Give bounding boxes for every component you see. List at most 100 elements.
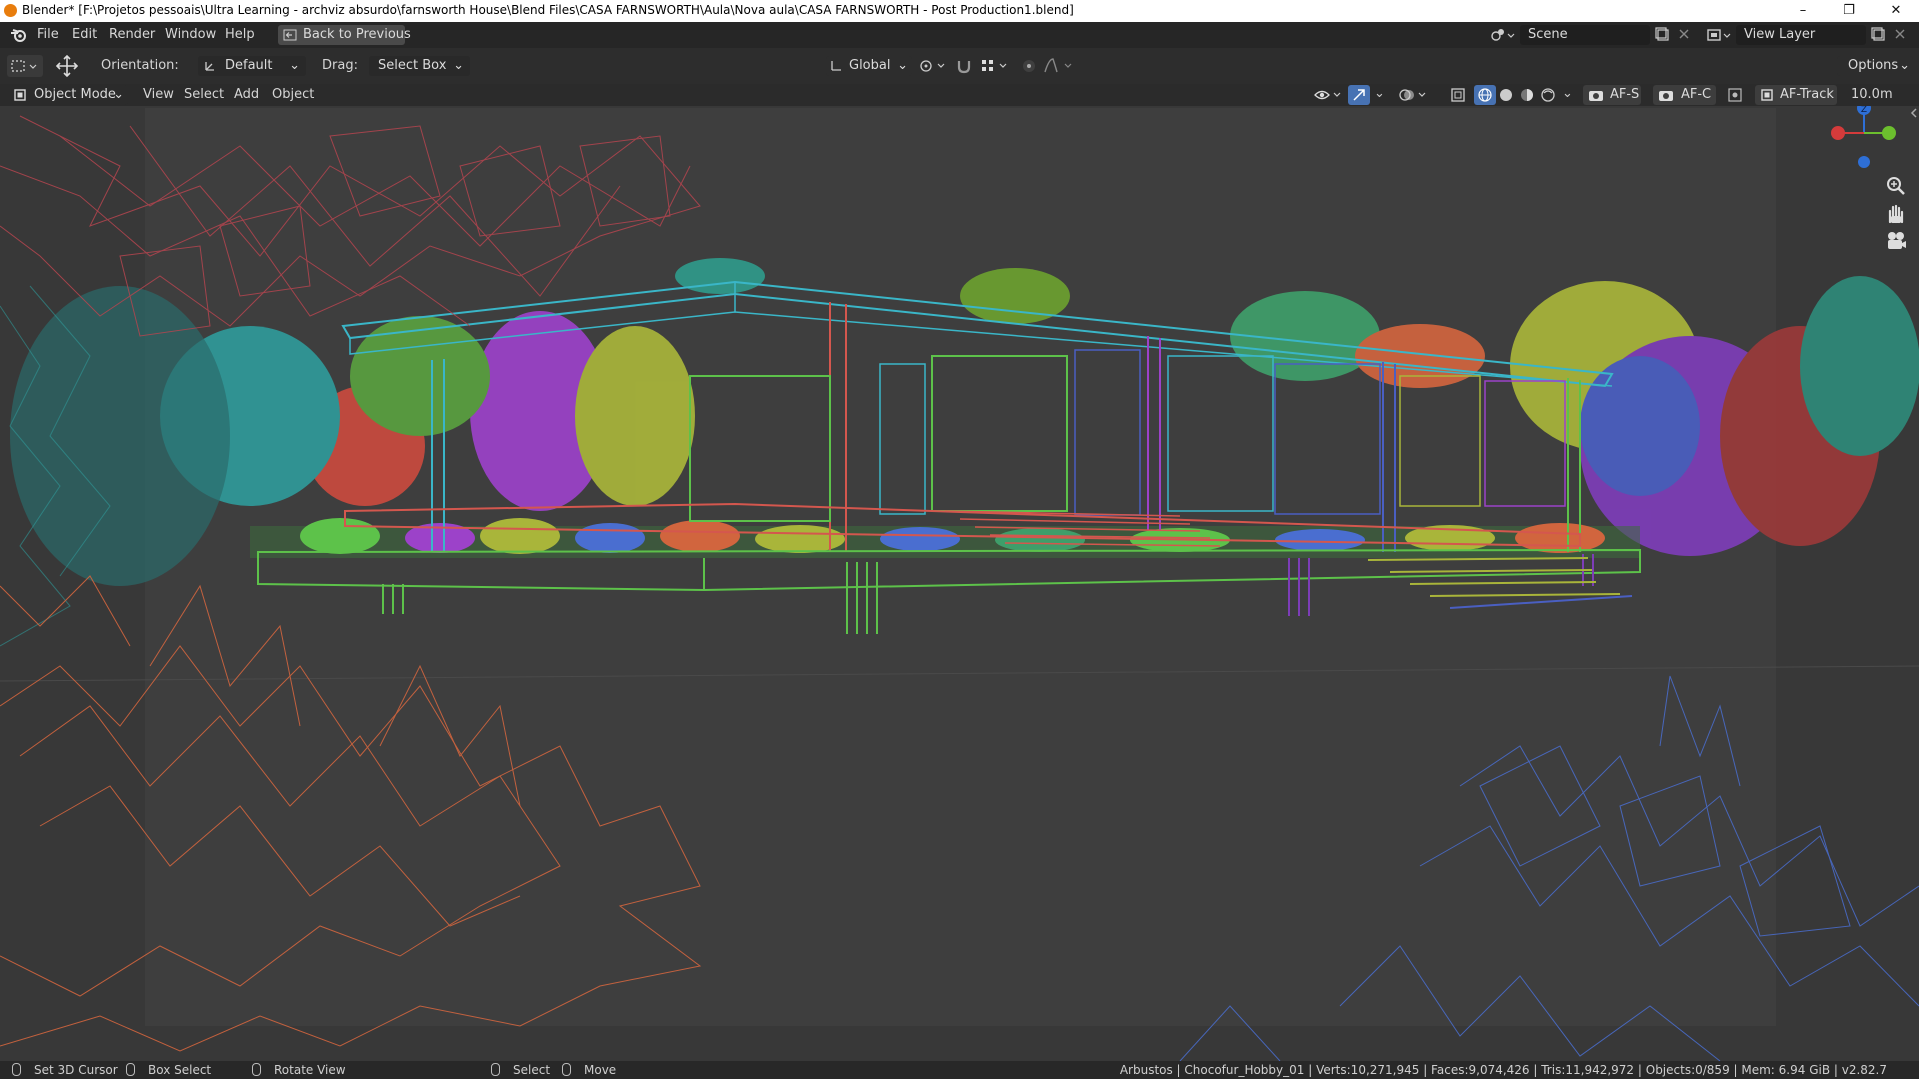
menu-select[interactable]: Select [184, 87, 224, 102]
snap-increment-icon[interactable] [980, 57, 1010, 75]
af-track-button[interactable]: AF-Track [1755, 85, 1837, 105]
tree-blue-right [1580, 356, 1700, 496]
drag-label: Drag: [322, 58, 358, 73]
drag-dropdown[interactable]: Select Box ⌄ [369, 56, 470, 76]
view-layer-type-icon[interactable] [1706, 27, 1732, 43]
menu-object[interactable]: Object [272, 87, 314, 102]
mouse-drag-icon [562, 1063, 571, 1076]
chevron-down-icon: ⌄ [1899, 58, 1910, 73]
menu-render[interactable]: Render [109, 27, 155, 42]
chevron-down-icon: ⌄ [113, 87, 124, 102]
status-move: Move [584, 1063, 617, 1077]
blender-menu-icon[interactable] [10, 27, 27, 43]
back-button-label: Back to Previous [303, 27, 411, 42]
menu-edit[interactable]: Edit [72, 27, 97, 42]
wireframe-shading-button[interactable] [1474, 85, 1496, 105]
minimize-button[interactable]: – [1780, 0, 1826, 22]
mode-value: Object Mode [34, 87, 116, 102]
gizmo-icon [1353, 89, 1365, 101]
tree-green-left [350, 316, 490, 436]
back-to-previous-button[interactable]: Back to Previous [278, 25, 411, 45]
object-mode-icon [14, 89, 26, 101]
close-button[interactable]: ✕ [1873, 0, 1919, 22]
mouse-left-icon [491, 1063, 500, 1076]
sidebar-toggle-icon[interactable] [1908, 106, 1919, 120]
status-bar: Set 3D Cursor Box Select Rotate View Sel… [0, 1061, 1919, 1079]
af-s-button[interactable]: AF-S [1583, 85, 1641, 105]
foreground-shrub-bottom-left [0, 575, 702, 1052]
tool-header: Orientation: Default ⌄ Drag: Select Box … [0, 48, 1919, 85]
orientation-dropdown[interactable]: Default ⌄ [198, 56, 306, 76]
overlays-icon[interactable] [1398, 86, 1428, 104]
gizmo-x-negative[interactable] [1831, 126, 1845, 140]
tool-selector-button[interactable] [7, 55, 43, 77]
camera-view-icon[interactable] [1884, 230, 1908, 252]
menu-file[interactable]: File [37, 27, 59, 42]
tree-teal-behind-roof [675, 258, 765, 294]
transform-orientation-dropdown[interactable]: Global ⌄ [826, 56, 912, 76]
transform-orientation-value: Global [849, 58, 891, 73]
gizmo-y-axis[interactable] [1882, 126, 1896, 140]
new-view-layer-icon[interactable] [1871, 27, 1887, 43]
navigation-gizmo[interactable]: Z [1831, 106, 1896, 168]
material-preview-icon[interactable] [1519, 87, 1537, 105]
orientation-icon [205, 62, 214, 71]
menu-view[interactable]: View [143, 87, 174, 102]
restore-button[interactable]: ❐ [1826, 0, 1872, 22]
orientation-value: Default [225, 58, 273, 73]
solid-shading-icon[interactable] [1498, 87, 1516, 105]
af-c-button[interactable]: AF-C [1653, 85, 1716, 105]
af-c-label: AF-C [1681, 87, 1712, 102]
options-label: Options [1848, 58, 1899, 73]
menu-bar: File Edit Render Window Help Back to Pre… [0, 22, 1919, 48]
status-set-3d-cursor: Set 3D Cursor [34, 1063, 118, 1077]
back-icon [283, 29, 297, 41]
chevron-down-icon: ⌄ [453, 58, 464, 73]
new-scene-icon[interactable] [1655, 27, 1671, 43]
rendered-shading-icon[interactable] [1540, 87, 1558, 105]
title-bar: Blender* [F:\Projetos pessoais\Ultra Lea… [0, 0, 1919, 22]
view-layer-field[interactable]: View Layer [1736, 25, 1866, 45]
view-layer-name: View Layer [1744, 27, 1816, 42]
af-track-label: AF-Track [1780, 87, 1834, 102]
mouse-drag-icon [126, 1063, 135, 1076]
menu-add[interactable]: Add [234, 87, 259, 102]
visibility-eye-icon[interactable] [1313, 86, 1343, 104]
mouse-middle-icon [252, 1063, 261, 1076]
chevron-down-icon[interactable]: ⌄ [1374, 86, 1385, 101]
global-axes-icon [831, 61, 841, 71]
shrub-yellow [575, 326, 695, 506]
chevron-down-icon[interactable]: ⌄ [1562, 86, 1573, 101]
scene-name-field[interactable]: Scene [1520, 25, 1650, 45]
pivot-point-icon[interactable] [918, 57, 948, 75]
drag-value: Select Box [378, 58, 447, 73]
options-dropdown[interactable]: Options ⌄ [1837, 56, 1913, 76]
tree-orange-mid [1355, 324, 1485, 388]
transform-pivot-icon[interactable] [54, 54, 80, 78]
menu-window[interactable]: Window [165, 27, 216, 42]
zoom-icon[interactable] [1884, 174, 1908, 198]
delete-view-layer-icon[interactable] [1894, 28, 1906, 40]
pan-hand-icon[interactable] [1884, 202, 1908, 226]
3d-viewport[interactable]: Z [0, 106, 1919, 1061]
gizmo-toggle-button[interactable] [1348, 85, 1370, 105]
menu-help[interactable]: Help [225, 27, 255, 42]
mode-dropdown[interactable]: Object Mode ⌄ [10, 85, 128, 105]
snap-toggle-icon[interactable] [955, 57, 973, 75]
falloff-curve-icon[interactable] [1043, 57, 1075, 75]
camera-icon [1659, 91, 1673, 101]
af-s-label: AF-S [1610, 87, 1640, 102]
gizmo-z-negative[interactable] [1858, 156, 1870, 168]
af-settings-icon[interactable] [1727, 87, 1745, 103]
gizmo-z-label: Z [1861, 106, 1867, 115]
blender-logo-icon [4, 4, 17, 17]
scene-name: Scene [1528, 27, 1568, 42]
proportional-editing-icon[interactable] [1020, 57, 1038, 75]
xray-toggle-icon[interactable] [1449, 86, 1467, 104]
status-select: Select [513, 1063, 551, 1077]
tree-teal-far-left [10, 286, 230, 586]
status-rotate-view: Rotate View [274, 1063, 346, 1077]
track-icon [1761, 89, 1773, 101]
scene-type-icon[interactable] [1490, 27, 1516, 43]
delete-scene-icon[interactable] [1678, 28, 1690, 40]
